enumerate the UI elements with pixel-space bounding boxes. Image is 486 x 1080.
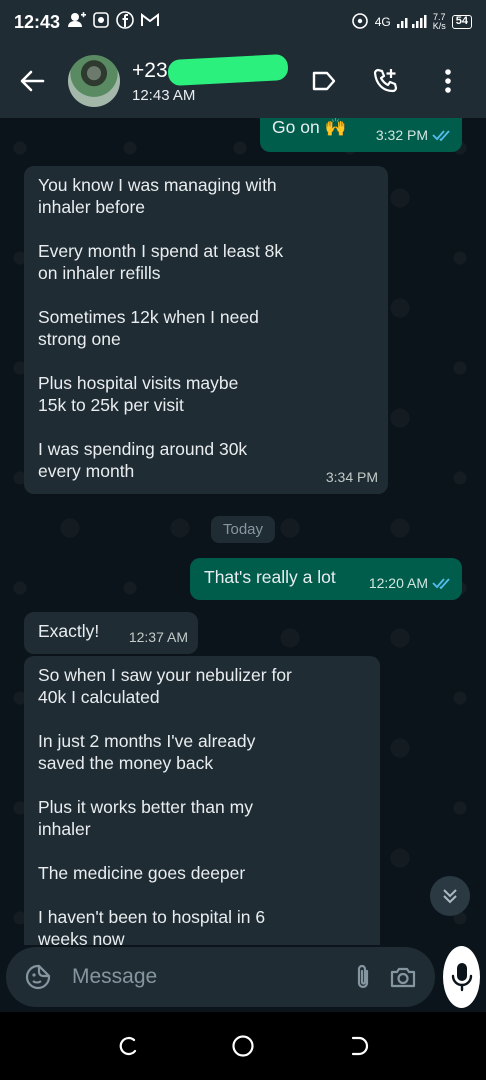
message-input[interactable] xyxy=(72,965,343,989)
message-outgoing[interactable]: Go on 🙌 3:32 PM xyxy=(260,118,462,152)
phone-plus-icon xyxy=(373,68,398,93)
microphone-icon xyxy=(451,963,472,992)
chat-area[interactable]: Go on 🙌 3:32 PM You know I was managing … xyxy=(0,118,486,948)
message-paragraph: Sometimes 12k when I need strong one xyxy=(38,307,259,349)
gmail-icon xyxy=(140,12,160,32)
home-circle-icon xyxy=(232,1035,254,1057)
contact-avatar[interactable] xyxy=(68,55,120,107)
message-paragraph: In just 2 months I've already saved the … xyxy=(38,731,256,773)
message-incoming[interactable]: Exactly! 12:37 AM xyxy=(24,612,198,654)
label-tag-icon xyxy=(312,71,336,91)
message-outgoing[interactable]: That's really a lot 12:20 AM xyxy=(190,558,462,600)
message-text: Exactly! xyxy=(38,621,100,641)
recents-icon xyxy=(119,1036,136,1056)
message-meta: 3:32 PM xyxy=(376,124,452,146)
message-meta: 12:37 AM xyxy=(129,626,188,648)
status-bar: 12:43 4G 7.7 K/s 54 xyxy=(0,0,486,44)
kebab-menu-icon xyxy=(445,69,451,93)
message-paragraph: The medicine goes deeper xyxy=(38,863,246,883)
paperclip-icon xyxy=(357,964,369,989)
back-nav-button[interactable] xyxy=(338,1026,378,1066)
hotspot-icon xyxy=(351,12,369,33)
person-add-icon xyxy=(68,12,87,32)
message-paragraph: Every month I spend at least 8k on inhal… xyxy=(38,241,284,283)
signal-icon xyxy=(396,14,427,31)
header-actions xyxy=(304,61,476,101)
sticker-button[interactable] xyxy=(18,957,58,997)
date-divider: Today xyxy=(210,516,276,543)
contact-last-seen: 12:43 AM xyxy=(132,86,196,104)
message-incoming[interactable]: You know I was managing with inhaler bef… xyxy=(24,166,388,494)
message-paragraph: I was spending around 30k every month xyxy=(38,439,248,481)
message-time: 12:37 AM xyxy=(128,629,188,645)
scroll-to-bottom-button[interactable] xyxy=(430,876,470,916)
message-paragraph: So when I saw your nebulizer for 40k I c… xyxy=(38,665,292,707)
message-paragraph: You know I was managing with inhaler bef… xyxy=(38,175,277,217)
back-button[interactable] xyxy=(10,59,54,103)
network-type: 4G xyxy=(374,15,391,29)
chat-header: +23 12:43 AM xyxy=(0,44,486,118)
message-text: Go on 🙌 xyxy=(272,118,347,137)
status-time: 12:43 xyxy=(14,11,61,32)
label-button[interactable] xyxy=(304,61,344,101)
double-check-icon xyxy=(432,130,450,141)
network-speed: 7.7 K/s xyxy=(432,12,446,31)
message-text: That's really a lot xyxy=(204,567,336,587)
attach-button[interactable] xyxy=(343,957,383,997)
app-notification-icon xyxy=(92,11,110,33)
arrow-left-icon xyxy=(20,70,45,92)
battery-indicator: 54 xyxy=(451,15,472,29)
double-check-icon xyxy=(432,578,450,589)
message-paragraph: I haven't been to hospital in 6 weeks no… xyxy=(38,907,266,948)
sticker-icon xyxy=(25,964,51,990)
system-navigation-bar xyxy=(0,1012,486,1080)
camera-button[interactable] xyxy=(383,957,423,997)
camera-icon xyxy=(390,967,416,988)
message-time: 3:32 PM xyxy=(375,127,428,143)
redaction-mark xyxy=(167,53,289,86)
message-input-pill xyxy=(6,947,435,1007)
voice-message-button[interactable] xyxy=(443,946,480,1008)
back-nav-icon xyxy=(352,1036,369,1056)
contact-name: +23 xyxy=(132,53,289,86)
recents-button[interactable] xyxy=(108,1026,148,1066)
message-paragraph: Plus it works better than my inhaler xyxy=(38,797,253,839)
contact-info[interactable]: +23 12:43 AM xyxy=(132,53,289,104)
message-meta: 3:34 PM xyxy=(326,466,378,488)
facebook-icon xyxy=(116,11,134,33)
system-icons: 4G 7.7 K/s 54 xyxy=(351,12,472,33)
more-options-button[interactable] xyxy=(428,61,468,101)
message-paragraph: Plus hospital visits maybe 15k to 25k pe… xyxy=(38,373,239,415)
message-incoming[interactable]: So when I saw your nebulizer for 40k I c… xyxy=(24,656,380,948)
double-chevron-down-icon xyxy=(443,889,457,904)
message-time: 3:34 PM xyxy=(325,469,378,485)
add-call-button[interactable] xyxy=(366,61,406,101)
home-button[interactable] xyxy=(223,1026,263,1066)
message-meta: 12:20 AM xyxy=(369,572,452,594)
message-time: 12:20 AM xyxy=(368,575,428,591)
message-composer xyxy=(0,945,486,1009)
notification-icons xyxy=(68,11,160,33)
